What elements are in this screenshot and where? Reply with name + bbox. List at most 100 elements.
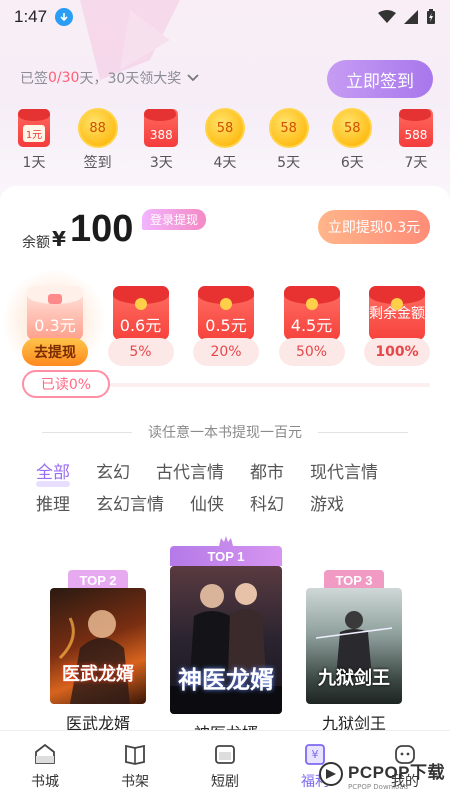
book-cover[interactable]: 九狱剑王 [306, 588, 402, 704]
cover-title: 神医龙婿 [178, 666, 274, 694]
coin-icon: 58 [204, 108, 245, 148]
red-envelope-icon: 588 [398, 109, 433, 147]
status-bar: 1:47 [0, 0, 450, 34]
signin-button[interactable]: 立即签到 [327, 60, 433, 98]
cover-title: 医武龙婿 [62, 664, 134, 685]
tier-amount: 0.3元 [34, 316, 76, 335]
signin-prefix: 已签 [20, 71, 48, 87]
withdraw-tier[interactable]: 0.3元 去提现 [4, 266, 104, 376]
signin-suffix: 天，30天领大奖 [79, 71, 182, 87]
red-envelope-icon: 1元 [18, 109, 50, 147]
withdraw-tier[interactable]: 剩余金额 100% [364, 286, 430, 366]
download-icon [55, 8, 74, 26]
balance-card: 余额 ¥ 100 登录提现 立即提现0.3元 0.3元 去提现 0.6元 5% … [0, 186, 450, 400]
tier-percent: 50% [278, 338, 345, 366]
pcpop-logo-icon [319, 762, 343, 786]
signin-day-label: 4天 [213, 155, 237, 171]
signin-day[interactable]: 388 3天 [135, 108, 187, 172]
category-tab[interactable]: 古代言情 [156, 462, 224, 484]
signin-day-label: 签到 [83, 155, 112, 171]
balance-amount: 100 [70, 208, 134, 250]
category-tab[interactable]: 玄幻 [96, 462, 130, 484]
withdraw-tier[interactable]: 4.5元 50% [278, 286, 345, 366]
read-progress-label: 已读0% [22, 370, 110, 398]
rank-badge: TOP 2 [68, 570, 128, 590]
signin-day-label: 5天 [277, 155, 301, 171]
signin-day-label: 6天 [340, 155, 364, 171]
signin-day[interactable]: 588 7天 [390, 108, 442, 172]
nav-label: 书架 [121, 774, 149, 790]
signin-day-label: 7天 [404, 155, 428, 171]
book-card[interactable]: TOP 3 九狱剑王 九狱剑王 [306, 570, 402, 734]
chevron-down-icon[interactable] [185, 72, 201, 84]
category-tab[interactable]: 现代言情 [310, 462, 378, 484]
withdraw-button[interactable]: 立即提现0.3元 [318, 210, 430, 244]
category-filter: 全部 玄幻 古代言情 都市 现代言情 推理 玄幻言情 仙侠 科幻 游戏 [36, 462, 416, 526]
nav-label: 书城 [31, 774, 59, 790]
withdraw-tier[interactable]: 0.6元 5% [107, 286, 174, 366]
nav-item-bookshelf[interactable]: 书架 [90, 731, 180, 797]
withdraw-tier[interactable]: 0.5元 20% [193, 286, 259, 366]
book-cover[interactable]: 神医龙婿 [170, 566, 282, 714]
withdraw-tiers: 0.3元 去提现 0.6元 5% 0.5元 20% 4.5元 50% 剩余金额 … [4, 266, 430, 376]
tier-percent: 100% [364, 338, 430, 366]
divider [42, 431, 132, 433]
tier-percent: 20% [193, 338, 259, 366]
signin-days: 1元 1天 88 签到 388 3天 58 4天 58 5天 58 6天 588… [8, 108, 442, 172]
category-tab-all[interactable]: 全部 [36, 462, 70, 487]
battery-icon [427, 9, 435, 24]
wifi-icon [378, 10, 396, 23]
divider [318, 431, 408, 433]
rank-badge: TOP 1 [170, 546, 282, 566]
bookstore-icon [32, 741, 58, 767]
currency-symbol: ¥ [52, 227, 66, 251]
read-progress-track [110, 383, 430, 387]
signin-day-label: 1天 [22, 155, 46, 171]
category-tab[interactable]: 玄幻言情 [96, 494, 164, 516]
tier-amount: 4.5元 [290, 316, 333, 335]
short-drama-icon [212, 741, 238, 767]
category-tab[interactable]: 科幻 [250, 494, 284, 516]
category-tab[interactable]: 仙侠 [190, 494, 224, 516]
coin-icon: 58 [268, 108, 309, 148]
coin-icon: 88 [77, 108, 118, 148]
go-withdraw-button[interactable]: 去提现 [22, 338, 88, 366]
category-tab[interactable]: 都市 [250, 462, 284, 484]
crown-icon [219, 536, 233, 546]
nav-item-bookstore[interactable]: 书城 [0, 731, 90, 797]
category-tab[interactable]: 推理 [36, 494, 70, 516]
bookshelf-icon [122, 741, 148, 767]
watermark-text: PCPOP下载 [348, 762, 446, 782]
coin-icon: 58 [332, 108, 373, 148]
signin-day[interactable]: 1元 1天 [8, 108, 60, 172]
signin-day[interactable]: 58 5天 [263, 108, 315, 172]
signin-day[interactable]: 88 签到 [72, 108, 124, 172]
book-cover[interactable]: 医武龙婿 [50, 588, 146, 704]
signin-day[interactable]: 58 4天 [199, 108, 251, 172]
nav-item-short-drama[interactable]: 短剧 [180, 731, 270, 797]
tier-percent: 5% [107, 338, 174, 366]
watermark-subtext: PCPOP Download [348, 782, 409, 791]
status-time: 1:47 [14, 7, 48, 26]
nav-label: 短剧 [211, 774, 239, 790]
book-card[interactable]: TOP 1 神医龙婿 神医龙婿 [170, 536, 282, 744]
signin-day[interactable]: 58 6天 [326, 108, 378, 172]
red-envelope-icon: 388 [144, 109, 179, 147]
book-card[interactable]: TOP 2 医武龙婿 医武龙婿 [50, 570, 146, 734]
rank-badge: TOP 3 [324, 570, 384, 590]
signal-icon [404, 10, 418, 24]
top-books: TOP 2 医武龙婿 医武龙婿 TOP 1 神医龙婿 神医龙婿 [0, 536, 450, 743]
cover-title: 九狱剑王 [318, 668, 390, 689]
headline-text: 读任意一本书提现一百元 [148, 425, 302, 441]
category-tab[interactable]: 游戏 [310, 494, 344, 516]
tier-amount: 0.6元 [119, 316, 162, 335]
signin-progress-text: 已签 0/30 天，30天领大奖 [20, 68, 201, 88]
login-withdraw-tag[interactable]: 登录提现 [142, 209, 207, 230]
section-headline: 读任意一本书提现一百元 [0, 422, 450, 442]
signin-day-label: 3天 [149, 155, 173, 171]
signin-progress: 0/30 [48, 70, 80, 86]
tier-amount: 0.5元 [205, 316, 247, 335]
tier-amount: 剩余金额 [369, 306, 425, 322]
watermark: PCPOP下载 PCPOP Download [318, 756, 450, 792]
balance-label: 余额 [22, 235, 50, 251]
